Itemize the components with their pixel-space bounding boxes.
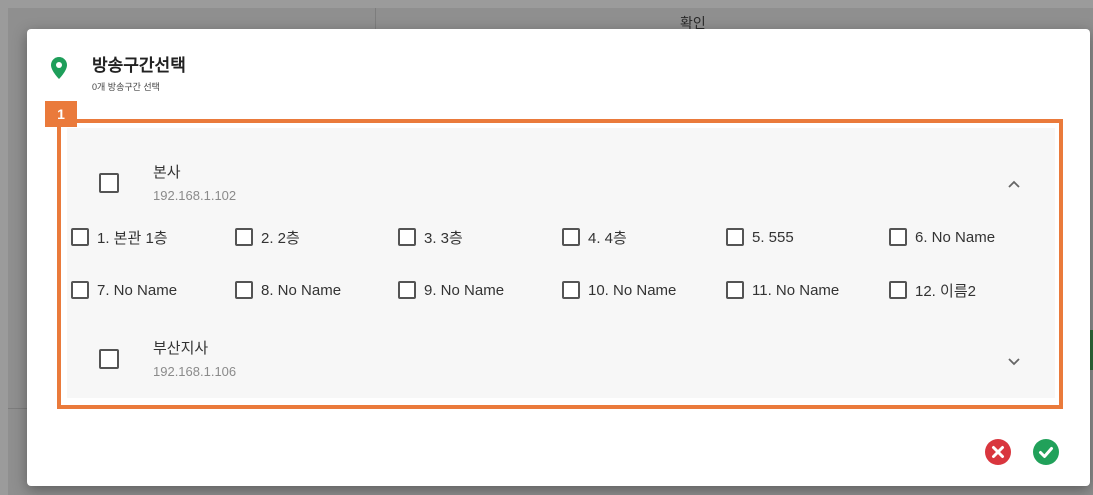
dialog-subtitle: 0개 방송구간 선택 [92, 82, 160, 92]
dialog-title: 방송구간선택 [92, 56, 186, 75]
annotation-number: 1 [45, 101, 77, 127]
annotation-highlight-box [57, 119, 1063, 409]
cancel-button[interactable] [985, 439, 1011, 465]
location-pin-icon [51, 57, 67, 79]
zone-select-dialog: 방송구간선택 0개 방송구간 선택 본사 192.168.1.102 1. 본관… [27, 29, 1090, 486]
cancel-circle-icon [992, 446, 1004, 458]
background-divider-line [8, 408, 28, 409]
confirm-button[interactable] [1033, 439, 1059, 465]
check-circle-icon [1039, 447, 1053, 458]
